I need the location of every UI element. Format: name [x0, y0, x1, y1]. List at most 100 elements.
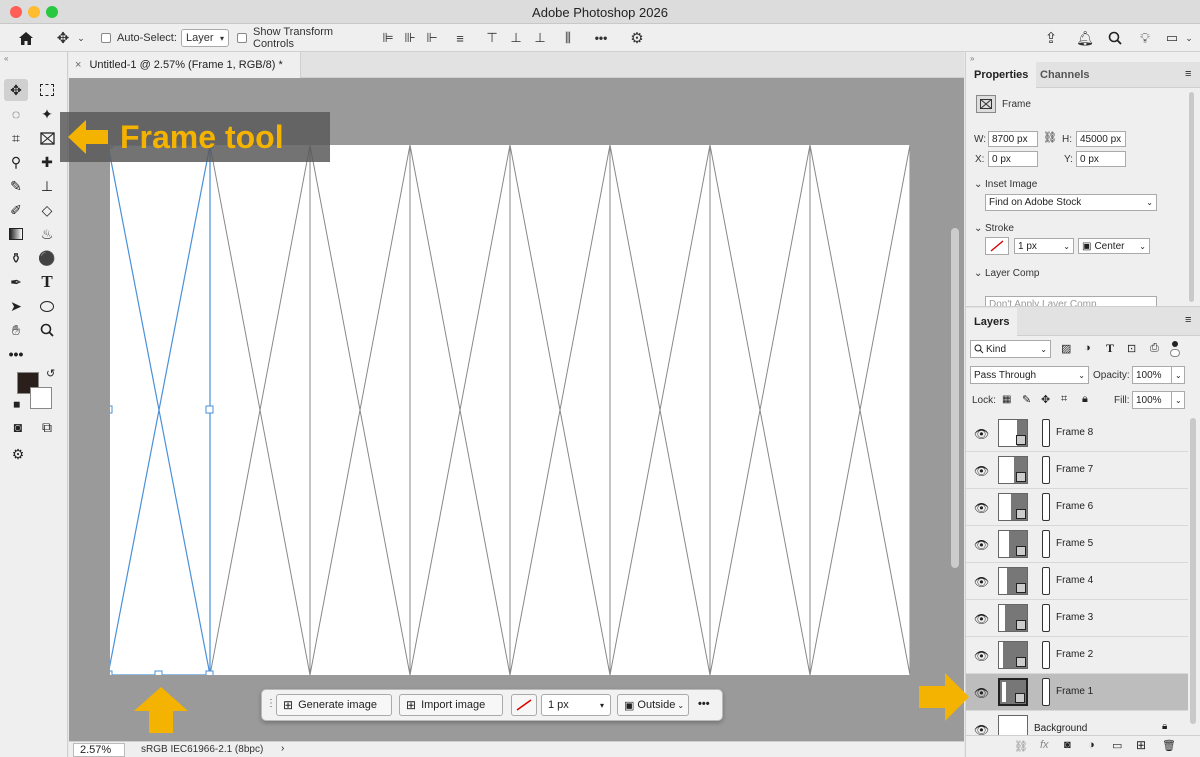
layers-scrollbar[interactable]	[1190, 418, 1196, 724]
x-field[interactable]: 0 px	[988, 151, 1038, 167]
generate-image-button[interactable]: ⊞ Generate image	[276, 694, 392, 716]
height-field[interactable]: 45000 px	[1076, 131, 1126, 147]
brush-tool-icon[interactable]: ✎	[4, 175, 28, 197]
auto-select-checkbox[interactable]	[100, 24, 112, 52]
gear-icon[interactable]: ⚙	[626, 24, 648, 52]
layer-row-frame-3[interactable]: 👁︎ Frame 3	[966, 600, 1188, 637]
drag-handle-icon[interactable]: ⋮	[266, 698, 276, 709]
y-field[interactable]: 0 px	[1076, 151, 1126, 167]
eraser-tool-icon[interactable]: ◇	[35, 199, 59, 221]
stroke-align-dropdown[interactable]: ▣ Center ⌄	[1078, 238, 1150, 254]
lock-artboard-icon[interactable]: ⌗	[1061, 393, 1067, 406]
opacity-field[interactable]: 100%	[1132, 366, 1172, 384]
layer-row-frame-1[interactable]: 👁︎ Frame 1	[966, 674, 1188, 711]
lock-transparent-icon[interactable]: ▦	[1002, 394, 1011, 405]
fx-icon[interactable]: fx	[1040, 739, 1049, 751]
adjustment-layer-icon[interactable]: ◑	[1088, 739, 1095, 751]
lightbulb-icon[interactable]: 💡︎	[1134, 24, 1156, 52]
bell-icon[interactable]: 🔔︎	[1074, 24, 1096, 52]
background-color-swatch[interactable]	[30, 387, 52, 409]
chevron-down-icon[interactable]: ⌄	[1182, 24, 1196, 52]
lock-all-icon[interactable]: 🔒︎	[1082, 393, 1088, 406]
workspace-icon[interactable]: ▭	[1162, 24, 1182, 52]
gradient-tool-icon[interactable]	[4, 223, 28, 245]
trash-icon[interactable]: 🗑︎	[1162, 739, 1176, 752]
share-icon[interactable]: ⇪	[1040, 24, 1062, 52]
stroke-size-dropdown[interactable]: 1 px ⌄	[1014, 238, 1074, 254]
tab-channels[interactable]: Channels	[1032, 62, 1098, 88]
stroke-color-button[interactable]	[511, 694, 537, 716]
stroke-chevron-icon[interactable]: ⌄	[974, 223, 982, 234]
selected-frame[interactable]	[110, 145, 211, 675]
chevron-down-icon[interactable]: ⌄	[1171, 391, 1185, 409]
filter-pixel-icon[interactable]: ▨	[1061, 342, 1071, 355]
inset-image-chevron-icon[interactable]: ⌄	[974, 179, 982, 190]
default-colors-icon[interactable]: ◼	[13, 399, 20, 410]
add-mask-icon[interactable]: ◙	[1064, 739, 1071, 751]
history-brush-tool-icon[interactable]: ✐	[4, 199, 28, 221]
blend-mode-dropdown[interactable]: Pass Through ⌄	[970, 366, 1089, 384]
tab-properties[interactable]: Properties	[966, 62, 1037, 88]
artboard[interactable]	[110, 145, 910, 675]
auto-select-dropdown[interactable]: Layer ▾	[180, 24, 230, 52]
tab-layers[interactable]: Layers	[966, 308, 1018, 336]
edit-toolbar-icon[interactable]: •••	[4, 343, 28, 365]
panel-menu-icon[interactable]: ≡	[1185, 314, 1191, 326]
align-right-icon[interactable]: ⊩	[422, 24, 442, 52]
eye-icon[interactable]: 👁︎	[974, 575, 989, 589]
transform-handle[interactable]	[154, 670, 163, 675]
screen-mode-icon[interactable]: ⧉	[35, 416, 59, 438]
search-icon[interactable]	[1104, 24, 1126, 52]
zoom-tool-icon[interactable]	[35, 319, 59, 341]
layer-row-frame-2[interactable]: 👁︎ Frame 2	[966, 637, 1188, 674]
link-icon[interactable]: ⛓	[1043, 131, 1057, 144]
magic-wand-tool-icon[interactable]: ✦	[35, 103, 59, 125]
vertical-scrollbar[interactable]	[951, 228, 959, 568]
eye-icon[interactable]: 👁︎	[974, 723, 989, 735]
crop-tool-icon[interactable]: ⌗	[4, 127, 28, 149]
filter-kind-dropdown[interactable]: Kind ⌄	[970, 340, 1051, 358]
layer-row-background[interactable]: 👁︎ Background 🔒︎	[966, 711, 1188, 735]
canvas-area[interactable]	[69, 78, 964, 741]
quick-mask-icon[interactable]: ◙	[6, 416, 30, 438]
new-group-icon[interactable]: ▭	[1112, 739, 1122, 752]
layer-comp-dropdown[interactable]: Don't Apply Layer Comp	[985, 296, 1157, 306]
eye-icon[interactable]: 👁︎	[974, 464, 989, 478]
inset-image-dropdown[interactable]: Find on Adobe Stock ⌄	[985, 194, 1157, 211]
align-middle-icon[interactable]: ⊥	[506, 24, 526, 52]
dodge-tool-icon[interactable]: ⚱	[4, 247, 28, 269]
distribute-icon[interactable]: ≡	[450, 24, 470, 52]
generative-fill-icon[interactable]: ⚙	[6, 443, 30, 465]
lock-brush-icon[interactable]: ✎	[1022, 393, 1031, 406]
new-layer-icon[interactable]: ⊞	[1136, 738, 1146, 752]
ellipse-tool-icon[interactable]	[35, 295, 59, 317]
eye-icon[interactable]: 👁︎	[974, 427, 989, 441]
distribute-vertical-icon[interactable]: ⫼	[558, 24, 578, 52]
swap-colors-icon[interactable]: ↺	[46, 367, 55, 380]
pen-tool-icon[interactable]: ✒	[4, 271, 28, 293]
filter-shape-icon[interactable]: ⊡	[1127, 342, 1136, 355]
panel-menu-icon[interactable]: ≡	[1185, 68, 1191, 80]
align-top-icon[interactable]: ⊤	[482, 24, 502, 52]
filter-adjustment-icon[interactable]: ◑	[1084, 342, 1091, 354]
marquee-tool-icon[interactable]	[35, 79, 59, 101]
import-image-button[interactable]: ⊞ Import image	[399, 694, 503, 716]
transform-handle[interactable]	[110, 670, 113, 675]
healing-brush-tool-icon[interactable]: ✚	[35, 151, 59, 173]
home-icon[interactable]	[14, 24, 38, 52]
filter-type-icon[interactable]: T	[1106, 341, 1114, 356]
lock-position-icon[interactable]: ✥	[1041, 393, 1050, 406]
document-tab[interactable]: × Untitled-1 @ 2.57% (Frame 1, RGB/8) *	[69, 52, 301, 78]
chevron-right-icon[interactable]: ›	[281, 743, 284, 754]
layer-row-frame-7[interactable]: 👁︎ Frame 7	[966, 452, 1188, 489]
eye-icon[interactable]: 👁︎	[974, 501, 989, 515]
stroke-size-dropdown[interactable]: 1 px ▾	[541, 694, 611, 716]
eye-icon[interactable]: 👁︎	[974, 686, 989, 700]
eye-icon[interactable]: 👁︎	[974, 649, 989, 663]
properties-scrollbar[interactable]	[1189, 92, 1194, 302]
stroke-color-button[interactable]	[985, 237, 1009, 255]
collapse-icon[interactable]: »	[970, 54, 974, 63]
burn-tool-icon[interactable]: ⚫	[35, 247, 59, 269]
chevron-down-icon[interactable]: ⌄	[1171, 366, 1185, 384]
align-left-icon[interactable]: ⊫	[378, 24, 398, 52]
